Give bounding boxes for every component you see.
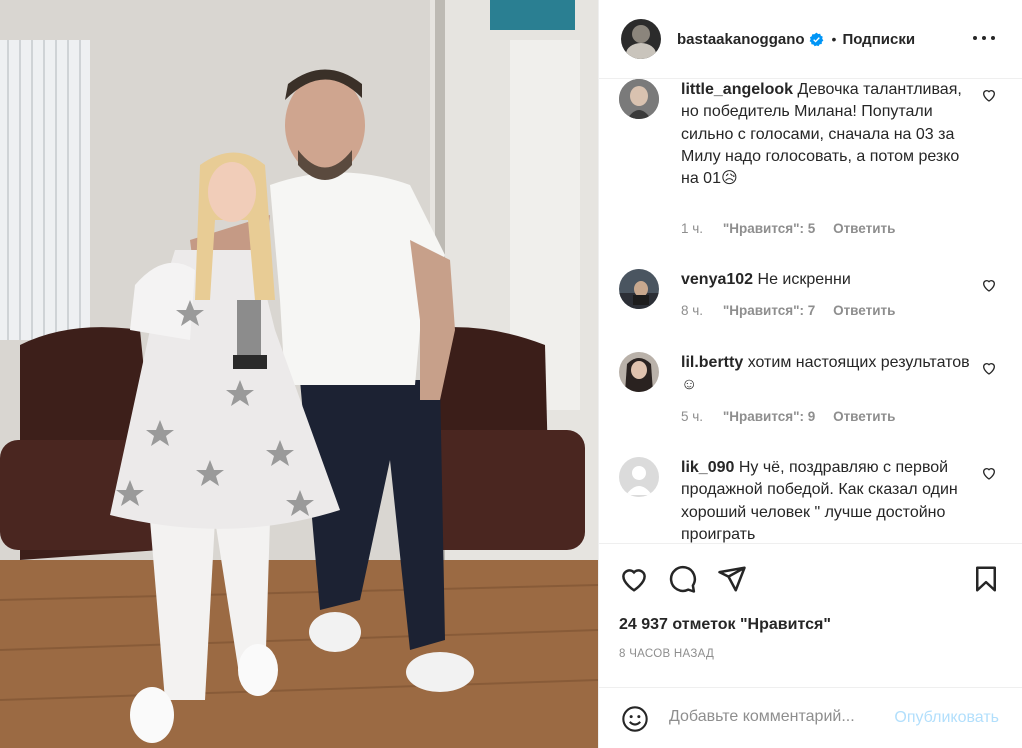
add-comment-bar: Опубликовать (599, 687, 1022, 748)
comment-username[interactable]: venya102 (681, 271, 753, 288)
comment-username[interactable]: little_angelook (681, 81, 793, 98)
heart-icon[interactable] (981, 465, 997, 481)
commenter-avatar[interactable] (619, 457, 659, 497)
comment-meta: 5 ч. "Нравится": 9 Ответить (681, 409, 895, 424)
comment-time: 8 ч. (681, 303, 704, 318)
instagram-post: bastaakanoggano • Подписки little_angelo… (0, 0, 1022, 748)
comment-username[interactable]: lik_090 (681, 459, 734, 476)
post-photo[interactable] (0, 0, 598, 748)
comment-item: lik_090 Ну чё, поздравляю с первой прода… (619, 457, 1009, 543)
post-time: 8 ЧАСОВ НАЗАД (619, 648, 715, 660)
publish-button[interactable]: Опубликовать (894, 709, 999, 727)
comment-text-block: lik_090 Ну чё, поздравляю с первой прода… (681, 457, 976, 543)
comment-text-block: venya102 Не искренни (681, 269, 976, 291)
reply-button[interactable]: Ответить (833, 409, 895, 424)
paper-plane-icon[interactable] (717, 564, 747, 594)
comments-list[interactable]: little_angelook Девочка талантливая, но … (599, 79, 1022, 543)
author-username[interactable]: bastaakanoggano (677, 31, 805, 48)
following-button[interactable]: Подписки (842, 31, 915, 48)
comment-item: venya102 Не искренни 8 ч. "Нравится": 7 … (619, 269, 1009, 339)
emoji-smile-icon[interactable] (621, 705, 649, 733)
reply-button[interactable]: Ответить (833, 303, 895, 318)
comment-time: 5 ч. (681, 409, 704, 424)
post-header: bastaakanoggano • Подписки (599, 0, 1022, 79)
post-side-panel: bastaakanoggano • Подписки little_angelo… (598, 0, 1022, 748)
more-options-icon[interactable] (973, 27, 995, 49)
comment-likes[interactable]: "Нравится": 5 (723, 221, 815, 236)
author-avatar[interactable] (621, 19, 661, 59)
comment-meta: 8 ч. "Нравится": 7 Ответить (681, 303, 895, 318)
heart-icon[interactable] (981, 360, 997, 376)
add-comment-input[interactable] (669, 708, 869, 726)
reply-button[interactable]: Ответить (833, 221, 895, 236)
heart-icon[interactable] (981, 277, 997, 293)
comment-time: 1 ч. (681, 221, 704, 236)
commenter-avatar[interactable] (619, 352, 659, 392)
header-separator: • (831, 31, 837, 47)
heart-icon[interactable] (619, 564, 649, 594)
post-photo-illustration (0, 0, 598, 748)
heart-icon[interactable] (981, 87, 997, 103)
post-actions: 24 937 отметок "Нравится" 8 ЧАСОВ НАЗАД (599, 543, 1022, 688)
comment-likes[interactable]: "Нравится": 9 (723, 409, 815, 424)
comment-text-block: lil.bertty хотим настоящих результатов ☺ (681, 352, 976, 397)
comment-text-block: little_angelook Девочка талантливая, но … (681, 79, 976, 190)
commenter-avatar[interactable] (619, 79, 659, 119)
comment-username[interactable]: lil.bertty (681, 354, 743, 371)
comment-item: little_angelook Девочка талантливая, но … (619, 79, 1009, 249)
comment-bubble-icon[interactable] (667, 564, 697, 594)
commenter-avatar[interactable] (619, 269, 659, 309)
comment-meta: 1 ч. "Нравится": 5 Ответить (681, 221, 895, 236)
verified-badge-icon (809, 32, 824, 47)
comment-item: lil.bertty хотим настоящих результатов ☺… (619, 352, 1009, 442)
bookmark-icon[interactable] (971, 564, 1001, 594)
likes-count[interactable]: 24 937 отметок "Нравится" (619, 616, 831, 634)
comment-text: Не искренни (757, 271, 851, 288)
comment-likes[interactable]: "Нравится": 7 (723, 303, 815, 318)
